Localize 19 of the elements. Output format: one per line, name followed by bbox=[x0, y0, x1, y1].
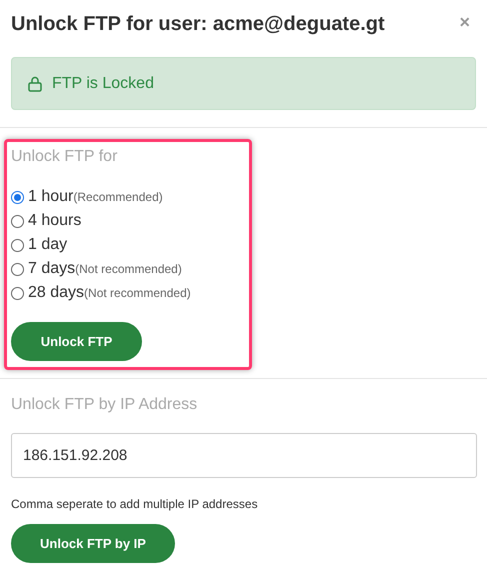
unlock-by-ip-button[interactable]: Unlock FTP by IP bbox=[11, 524, 175, 563]
radio-button[interactable] bbox=[11, 286, 24, 300]
alert-text: FTP is Locked bbox=[52, 74, 154, 94]
duration-option[interactable]: 28 days(Not recommended) bbox=[11, 281, 245, 305]
duration-option[interactable]: 1 hour(Recommended) bbox=[11, 185, 245, 209]
unlock-ftp-button[interactable]: Unlock FTP bbox=[11, 322, 142, 361]
duration-option[interactable]: 4 hours bbox=[11, 209, 245, 233]
duration-option[interactable]: 7 days(Not recommended) bbox=[11, 257, 245, 281]
padlock-icon bbox=[28, 76, 42, 92]
help-text: Comma seperate to add multiple IP addresses bbox=[11, 496, 259, 513]
section-label: Unlock FTP for bbox=[11, 147, 118, 167]
ip-address-field[interactable]: 186.151.92.208 bbox=[11, 433, 477, 478]
radio-button[interactable] bbox=[11, 238, 24, 252]
radio-button[interactable] bbox=[11, 190, 24, 204]
radio-button[interactable] bbox=[11, 214, 24, 228]
section-label: Unlock FTP by IP Address bbox=[11, 395, 198, 415]
duration-option[interactable]: 1 day bbox=[11, 233, 245, 257]
radio-button[interactable] bbox=[11, 262, 24, 276]
dialog-title: Unlock FTP for user: acme@deguate.gt bbox=[11, 12, 385, 37]
